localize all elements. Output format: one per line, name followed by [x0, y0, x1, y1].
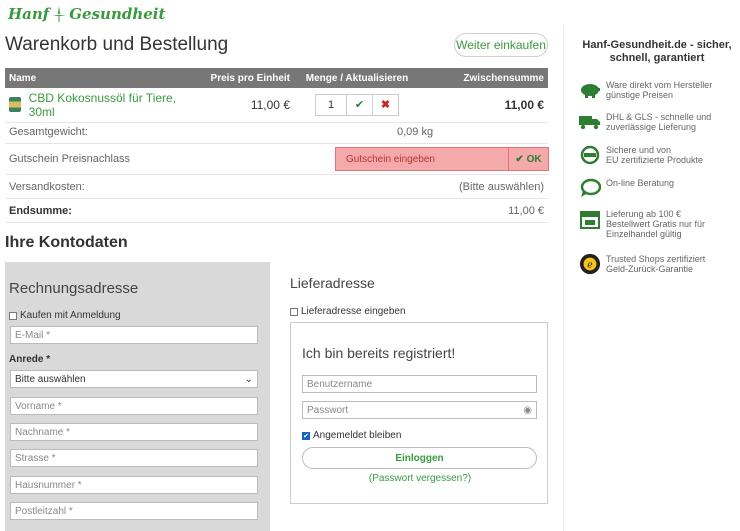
- feature-line: Sichere und von: [606, 145, 672, 155]
- weight-label: Gesamtgewicht:: [9, 125, 88, 138]
- salutation-select[interactable]: Bitte auswählen ⌄: [10, 370, 258, 388]
- enter-delivery-checkbox[interactable]: [290, 307, 298, 316]
- username-placeholder: Benutzername: [307, 378, 373, 390]
- coupon-form: Gutschein eingeben ✔ OK: [335, 147, 549, 171]
- total-label: Endsumme:: [9, 204, 72, 217]
- firstname-field[interactable]: Vorname *: [10, 397, 258, 415]
- site-logo[interactable]: Hanf Gesundheit: [8, 4, 165, 24]
- login-title: Ich bin bereits registriert!: [302, 345, 456, 361]
- stay-logged-in-label: Angemeldet bleiben: [313, 430, 402, 441]
- feature-item: Sichere und von EU zertifizierte Produkt…: [579, 145, 703, 165]
- coupon-ok-label: OK: [526, 153, 542, 165]
- eye-icon[interactable]: ◉: [523, 405, 532, 416]
- total-value: 11,00 €: [508, 204, 544, 217]
- trusted-shops-icon[interactable]: e: [579, 253, 601, 275]
- stay-logged-in-checkbox[interactable]: ✔: [302, 431, 310, 440]
- col-header-qty: Menge / Aktualisieren: [294, 68, 420, 88]
- cart-table: Name Preis pro Einheit Menge / Aktualisi…: [5, 68, 548, 123]
- zip-field[interactable]: Postleitzahl *: [10, 502, 258, 520]
- page-title: Warenkorb und Bestellung: [5, 34, 229, 55]
- feature-item: Ware direkt vom Hersteller günstige Prei…: [579, 80, 712, 100]
- password-field[interactable]: Passwort ◉: [302, 401, 537, 419]
- quantity-input[interactable]: 1: [316, 95, 346, 115]
- coupon-label: Gutschein Preisnachlass: [9, 153, 131, 165]
- enter-delivery-option[interactable]: Lieferadresse eingeben: [290, 306, 406, 317]
- quantity-control: 1 ✔ ✖: [315, 93, 399, 116]
- remove-x-icon[interactable]: ✖: [372, 94, 398, 115]
- buy-with-login-checkbox[interactable]: [9, 311, 17, 320]
- street-field[interactable]: Strasse *: [10, 449, 258, 467]
- feature-line: On-line Beratung: [606, 178, 675, 188]
- enter-delivery-label: Lieferadresse eingeben: [301, 306, 406, 317]
- password-placeholder: Passwort: [307, 404, 349, 416]
- weight-row: Gesamtgewicht: 0,09 kg: [5, 120, 548, 144]
- product-name-link[interactable]: CBD Kokosnussöl für Tiere, 30ml: [29, 91, 200, 119]
- chat-icon: [579, 178, 601, 198]
- feature-line: DHL & GLS - schnelle und: [606, 112, 712, 122]
- feature-line: Lieferung ab 100 €: [606, 209, 682, 219]
- salutation-label: Anrede *: [9, 354, 51, 365]
- product-thumbnail[interactable]: [9, 97, 21, 113]
- shipping-label: Versandkosten:: [9, 180, 85, 193]
- coupon-ok-button[interactable]: ✔ OK: [508, 148, 548, 170]
- free-shipping-icon: [579, 209, 601, 229]
- chevron-down-icon: ⌄: [244, 373, 253, 385]
- svg-text:e: e: [587, 260, 592, 271]
- col-header-subtotal: Zwischensumme: [420, 68, 548, 88]
- feature-line: zuverlässige Lieferung: [606, 122, 697, 132]
- feature-line: Ware direkt vom Hersteller: [606, 80, 713, 90]
- check-icon: ✔: [515, 153, 527, 165]
- login-button[interactable]: Einloggen: [302, 447, 537, 469]
- shipping-value[interactable]: (Bitte auswählen): [325, 181, 548, 193]
- feature-line: Einzelhandel gültig: [606, 229, 682, 239]
- logo-text-right: Gesundheit: [69, 5, 166, 23]
- feature-line: Bestellwert Gratis nur für: [606, 219, 706, 229]
- feature-item: On-line Beratung: [579, 178, 674, 198]
- salutation-value: Bitte auswählen: [15, 373, 86, 385]
- username-field[interactable]: Benutzername: [302, 375, 537, 393]
- buy-with-login-option[interactable]: Kaufen mit Anmeldung: [9, 310, 121, 321]
- shipping-row: Versandkosten: (Bitte auswählen): [5, 175, 548, 199]
- housenumber-field[interactable]: Hausnummer *: [10, 476, 258, 494]
- lastname-field[interactable]: Nachname *: [10, 423, 258, 441]
- hemp-leaf-icon: [52, 6, 67, 22]
- feature-line: Geld-Zurück-Garantie: [606, 264, 694, 274]
- sidebar-title: Hanf-Gesundheit.de - sicher, schnell, ga…: [582, 39, 732, 64]
- trust-sidebar: Hanf-Gesundheit.de - sicher, schnell, ga…: [563, 26, 740, 531]
- feature-line: Trusted Shops zertifiziert: [606, 254, 706, 264]
- buy-with-login-label: Kaufen mit Anmeldung: [20, 310, 121, 321]
- truck-icon: [579, 112, 601, 132]
- weight-value: 0,09 kg: [397, 125, 434, 138]
- cart-header-row: Name Preis pro Einheit Menge / Aktualisi…: [5, 68, 548, 88]
- account-section-title: Ihre Kontodaten: [5, 234, 128, 251]
- stay-logged-in-option[interactable]: ✔ Angemeldet bleiben: [302, 430, 401, 441]
- col-header-name: Name: [5, 68, 204, 88]
- billing-title: Rechnungsadresse: [9, 280, 139, 297]
- billing-address-panel: Rechnungsadresse Kaufen mit Anmeldung E-…: [5, 262, 270, 531]
- line-subtotal: 11,00 €: [420, 88, 548, 123]
- logo-text-left: Hanf: [8, 5, 50, 23]
- feature-line: EU zertifizierte Produkte: [606, 155, 704, 165]
- continue-shopping-button[interactable]: Weiter einkaufen: [454, 33, 548, 57]
- update-check-icon[interactable]: ✔: [346, 94, 372, 115]
- unit-price: 11,00 €: [204, 88, 294, 123]
- feature-item: DHL & GLS - schnelle und zuverlässige Li…: [579, 112, 711, 132]
- email-field[interactable]: E-Mail *: [10, 326, 258, 344]
- coupon-row: Gutschein Preisnachlass Gutschein eingeb…: [5, 144, 549, 175]
- feature-item: e Trusted Shops zertifiziert Geld-Zurück…: [579, 253, 706, 275]
- forgot-password-link[interactable]: (Passwort vergessen?): [291, 473, 549, 484]
- table-row: CBD Kokosnussöl für Tiere, 30ml 11,00 € …: [5, 88, 548, 123]
- coupon-input[interactable]: Gutschein eingeben: [336, 148, 508, 170]
- piggy-bank-icon: [579, 80, 601, 100]
- eu-certified-icon: [579, 145, 601, 165]
- feature-line: günstige Preisen: [606, 90, 674, 100]
- login-box: Ich bin bereits registriert! Benutzernam…: [290, 322, 548, 504]
- delivery-title: Lieferadresse: [290, 275, 375, 291]
- total-row: Endsumme: 11,00 €: [5, 199, 548, 223]
- feature-item: Lieferung ab 100 € Bestellwert Gratis nu…: [579, 209, 705, 239]
- col-header-price: Preis pro Einheit: [204, 68, 294, 88]
